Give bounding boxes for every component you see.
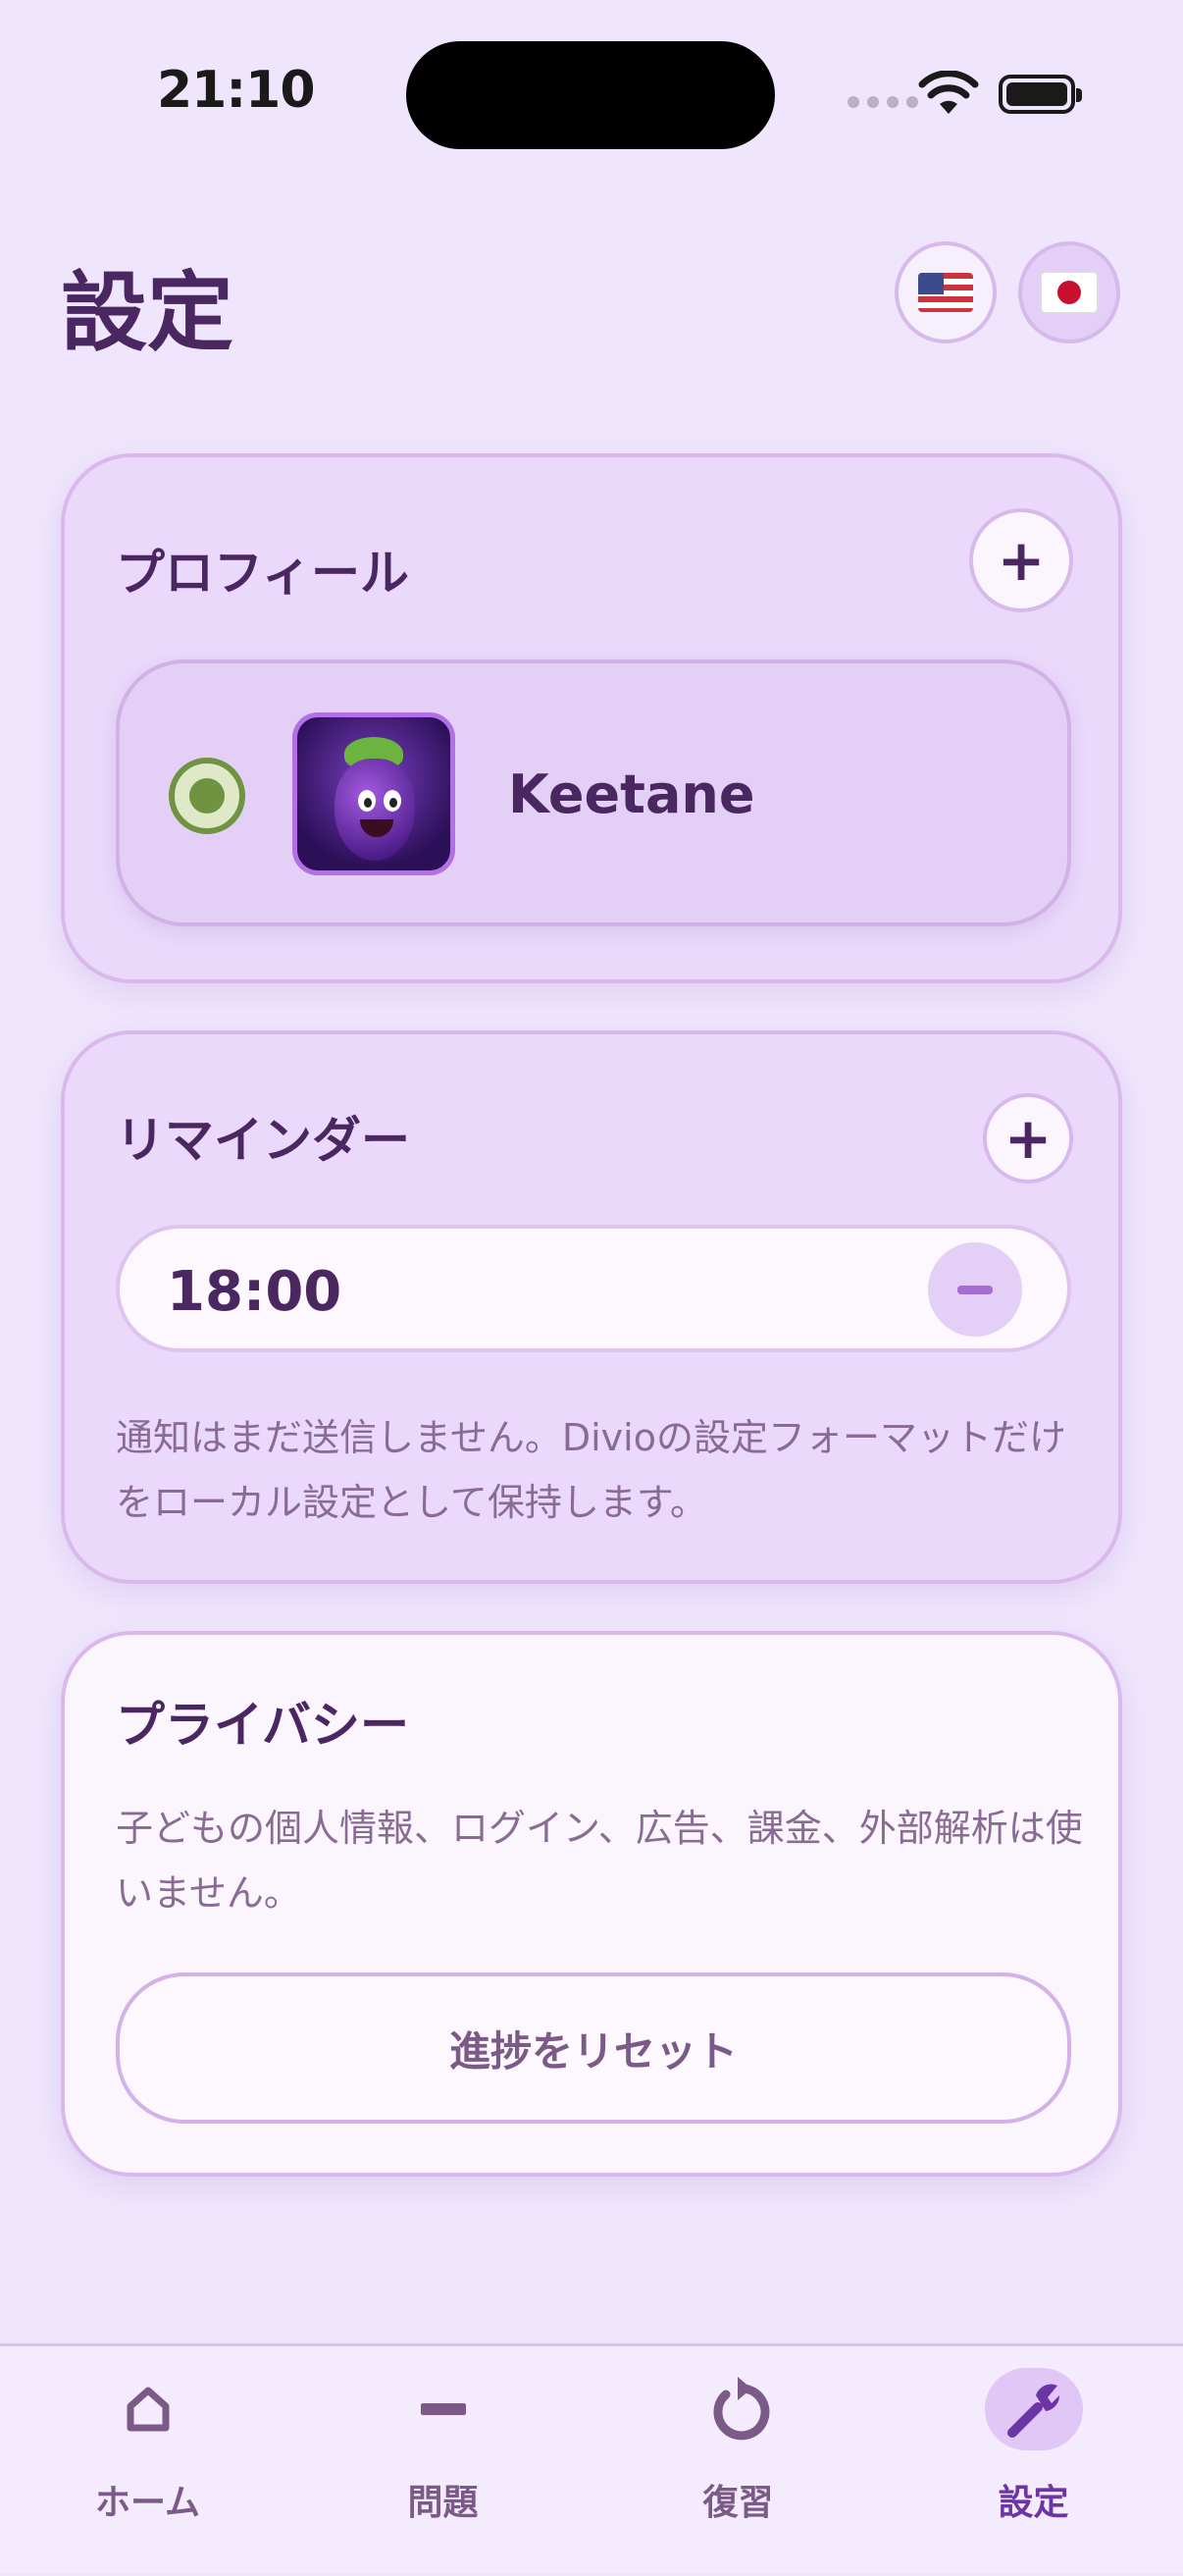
plus-icon: +	[997, 527, 1046, 594]
home-icon	[99, 2368, 197, 2450]
reminder-time-field[interactable]: 18:00	[116, 1225, 1071, 1352]
minus-icon	[394, 2368, 492, 2450]
refresh-icon	[690, 2368, 788, 2450]
tab-review-label: 復習	[702, 2483, 774, 2523]
profile-card: プロフィール + Keetane	[61, 453, 1122, 983]
remove-reminder-button[interactable]	[928, 1242, 1022, 1337]
profile-section-title: プロフィール	[116, 545, 409, 602]
privacy-section-title: プライバシー	[116, 1697, 409, 1754]
privacy-card: プライバシー 子どもの個人情報、ログイン、広告、課金、外部解析は使いません。 進…	[61, 1631, 1122, 2177]
reset-progress-button[interactable]: 進捗をリセット	[116, 1972, 1071, 2124]
profile-name: Keetane	[508, 763, 755, 825]
language-japanese-button[interactable]	[1018, 241, 1120, 343]
tab-review[interactable]: 復習	[591, 2346, 886, 2576]
tab-problems[interactable]: 問題	[295, 2346, 591, 2576]
japan-flag-icon	[1042, 273, 1097, 312]
plus-icon: +	[1003, 1105, 1053, 1172]
tab-settings-label: 設定	[998, 2483, 1069, 2523]
battery-icon	[999, 75, 1082, 114]
add-reminder-button[interactable]: +	[983, 1093, 1073, 1183]
minus-icon	[957, 1285, 993, 1294]
add-profile-button[interactable]: +	[969, 508, 1073, 612]
wifi-icon	[918, 71, 979, 114]
wrench-icon	[984, 2368, 1083, 2450]
tab-home-label: ホーム	[95, 2483, 200, 2523]
privacy-note: 子どもの個人情報、ログイン、広告、課金、外部解析は使いません。	[116, 1807, 1083, 1915]
reminder-note: 通知はまだ送信しません。Divioの設定フォーマットだけをローカル設定として保持…	[116, 1416, 1066, 1524]
page-title: 設定	[61, 262, 234, 363]
dynamic-island	[406, 41, 775, 149]
cellular-signal-icon	[848, 96, 918, 108]
profile-selected-radio[interactable]	[169, 758, 245, 834]
tab-problems-label: 問題	[407, 2483, 479, 2523]
reminder-time-value: 18:00	[167, 1260, 342, 1324]
us-flag-icon	[918, 273, 973, 312]
profile-row[interactable]: Keetane	[116, 659, 1071, 926]
status-time: 21:10	[157, 61, 316, 120]
tab-settings[interactable]: 設定	[886, 2346, 1181, 2576]
tab-bar: ホーム 問題 復習 設定	[0, 2343, 1183, 2573]
reminder-card: リマインダー + 18:00 通知はまだ送信しません。Divioの設定フォーマッ…	[61, 1030, 1122, 1584]
eggplant-avatar-icon	[292, 712, 455, 875]
reminder-section-title: リマインダー	[116, 1112, 410, 1169]
tab-home[interactable]: ホーム	[0, 2346, 295, 2576]
language-english-button[interactable]	[895, 241, 997, 343]
